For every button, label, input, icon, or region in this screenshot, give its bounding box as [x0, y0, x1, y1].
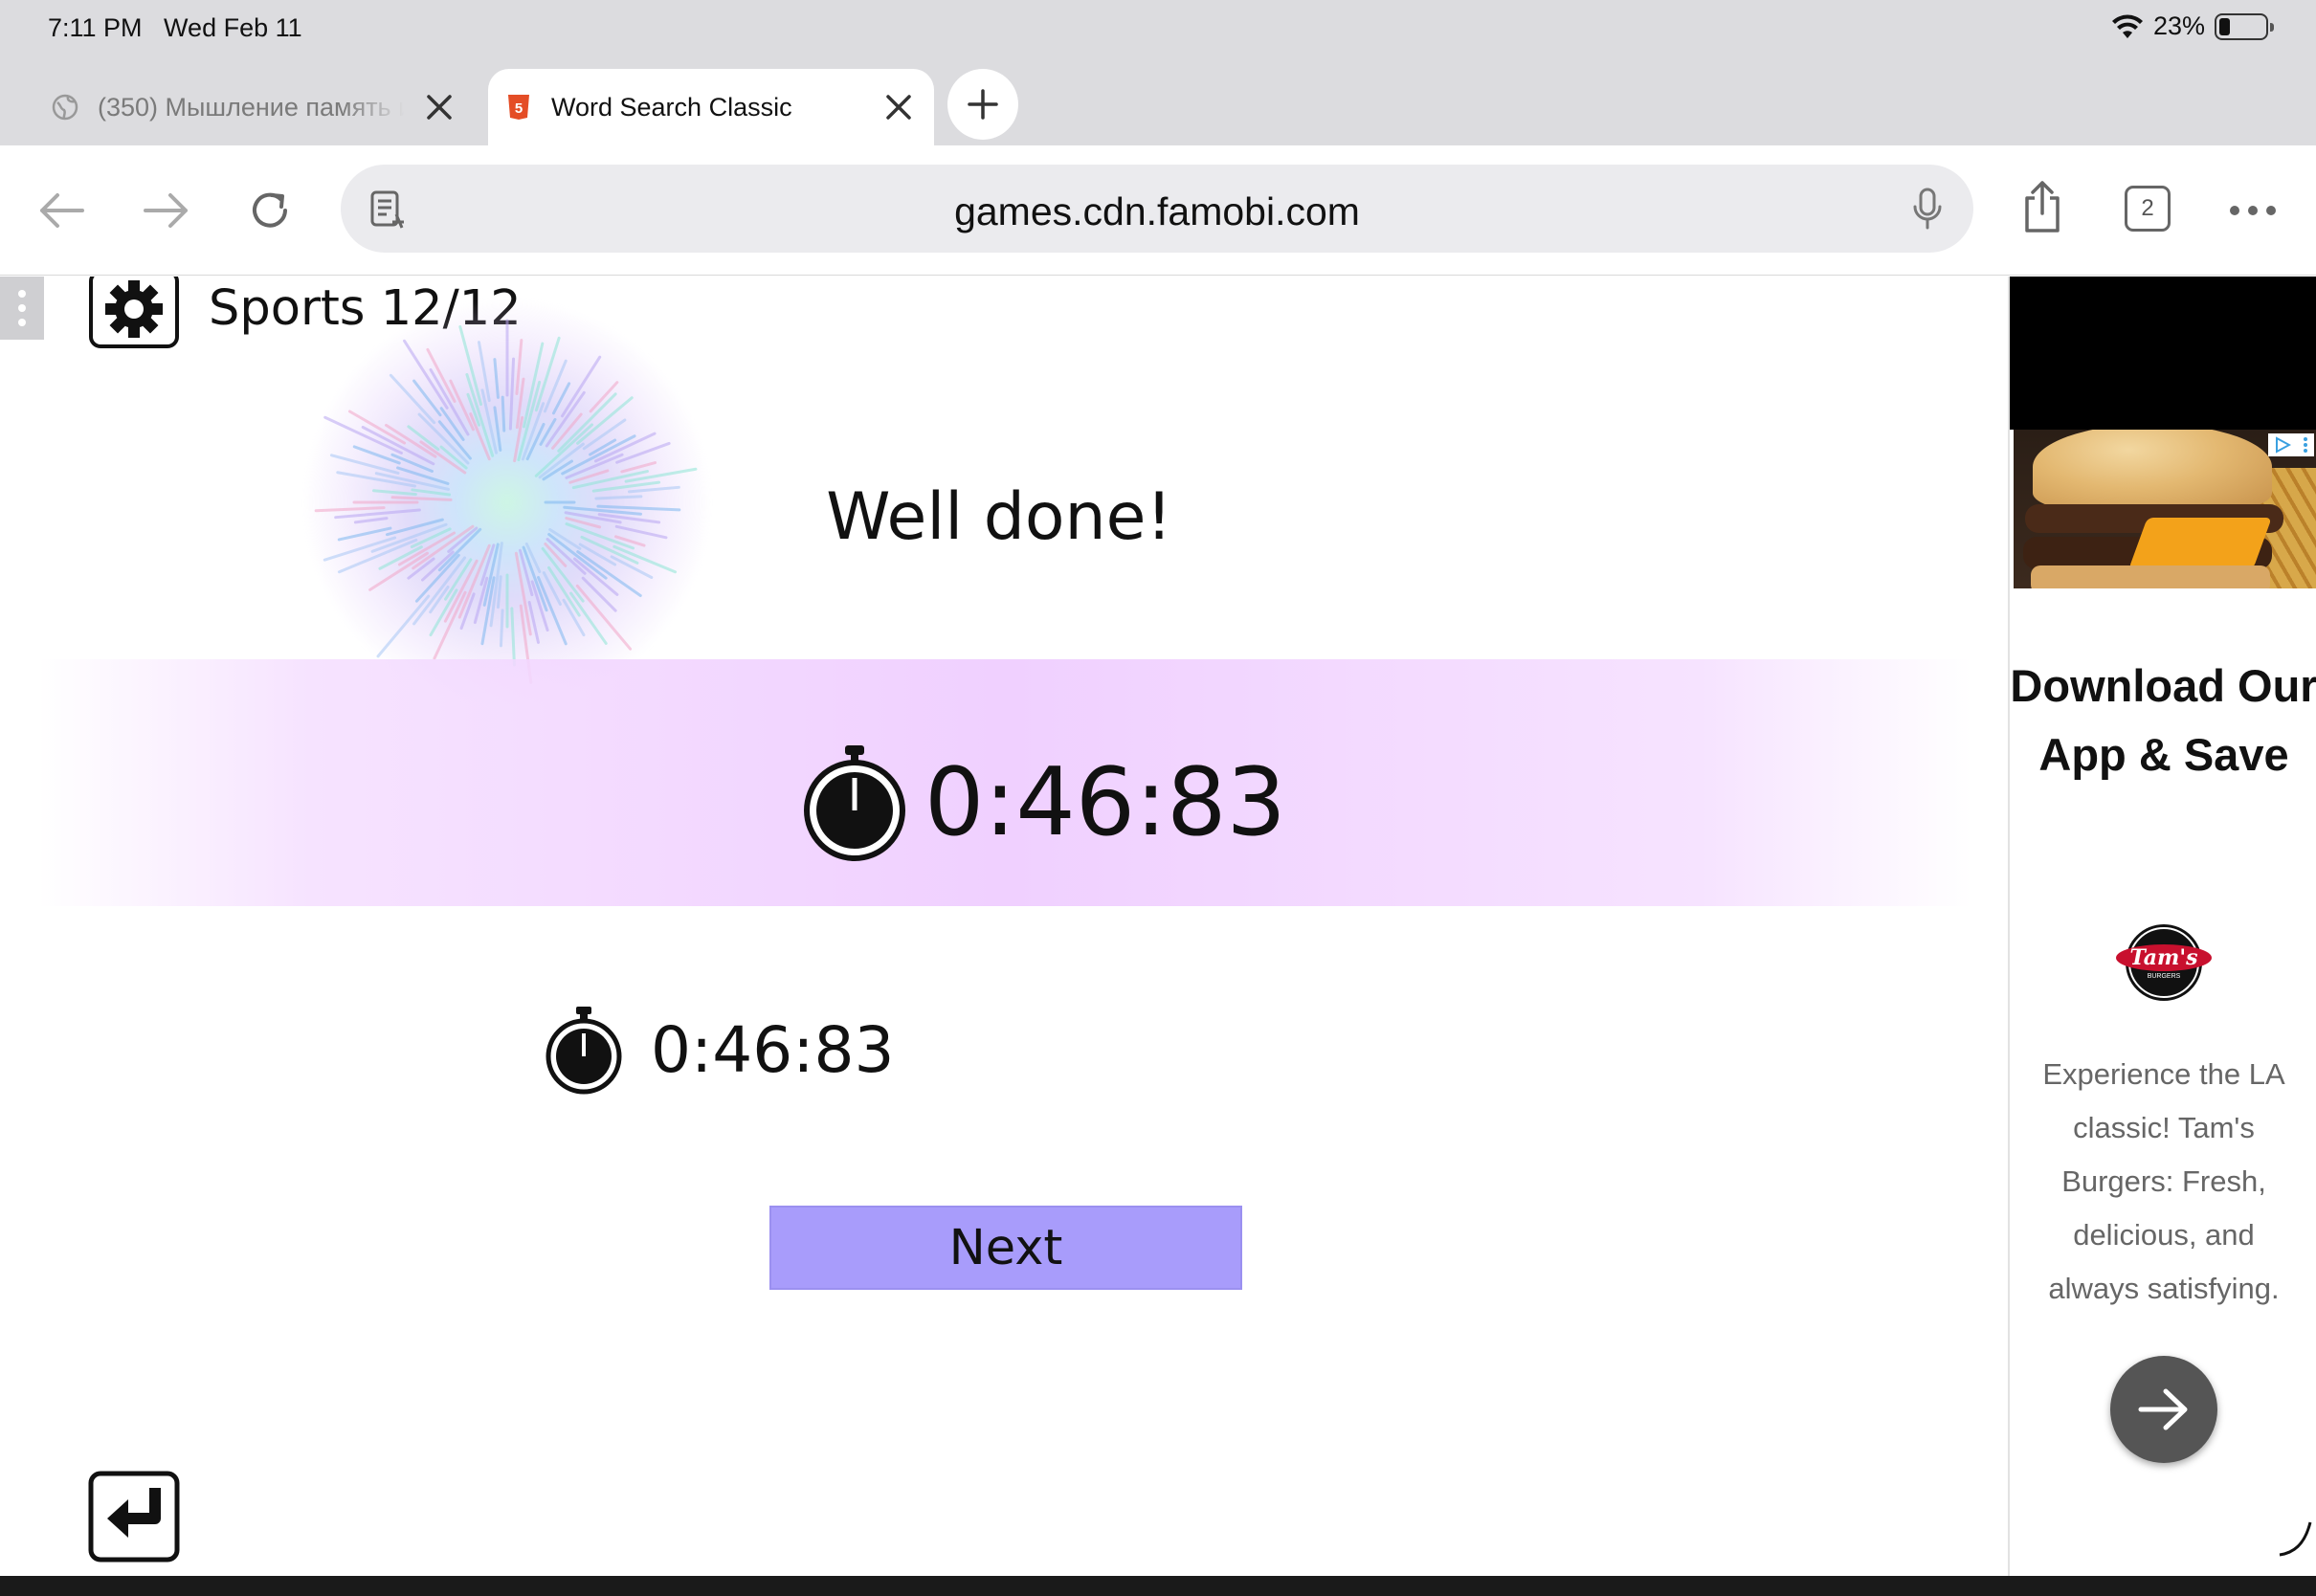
ad-headline[interactable]: Download Our App & Save	[2010, 652, 2316, 789]
share-button[interactable]	[2015, 180, 2069, 233]
close-icon[interactable]	[884, 93, 913, 122]
firework-ray	[620, 461, 657, 474]
tab-title: Word Search Classic	[551, 92, 792, 122]
result-time: 0:46:83	[924, 748, 1286, 857]
firework-ray	[508, 357, 516, 431]
firework-ray	[493, 358, 500, 399]
ad-video-area	[2010, 277, 2316, 430]
arrow-right-icon	[144, 193, 188, 228]
home-indicator-bar	[0, 1576, 2316, 1596]
microphone-icon[interactable]	[1906, 186, 1949, 232]
resize-corner-icon	[2279, 1521, 2312, 1557]
firework-ray	[347, 410, 407, 445]
best-time-row: 0:46:83	[544, 1002, 894, 1097]
firework-ray	[496, 575, 502, 610]
best-time: 0:46:83	[651, 1012, 895, 1087]
side-menu-handle[interactable]	[0, 277, 44, 340]
stopwatch-icon	[546, 1007, 622, 1095]
game-canvas: Sports 12/12 Well done! 0:46:83 0:46:83 …	[0, 277, 2008, 1576]
more-dots-icon	[2230, 206, 2276, 215]
adchoices-icon[interactable]	[2268, 433, 2314, 456]
plus-icon	[968, 89, 998, 120]
ad-body-text[interactable]: Experience the LA classic! Tam's Burgers…	[2029, 1048, 2299, 1316]
firework-ray	[458, 324, 483, 407]
globe-icon	[52, 94, 78, 121]
reload-icon	[253, 192, 287, 228]
html5-icon: 5	[508, 95, 529, 120]
result-time-row: 0:46:83	[802, 736, 1286, 870]
firework-ray	[510, 607, 516, 667]
new-tab-button[interactable]	[947, 69, 1018, 140]
back-button[interactable]	[34, 184, 88, 237]
firework-ray	[581, 576, 617, 612]
ad-cta-button[interactable]	[2110, 1356, 2217, 1463]
next-button[interactable]: Next	[769, 1206, 1242, 1290]
svg-text:Tam's: Tam's	[2130, 945, 2198, 970]
firework-ray	[499, 609, 504, 648]
battery-percent: 23%	[2152, 11, 2205, 40]
stopwatch-icon	[804, 745, 905, 861]
firework-ray	[534, 336, 561, 412]
share-icon	[2025, 181, 2060, 233]
firework-ray	[527, 600, 540, 644]
battery-level	[2219, 17, 2230, 35]
browser-toolbar: games.cdn.famobi.com 2	[0, 145, 2316, 276]
firework-ray	[429, 367, 470, 436]
tab-switcher-button[interactable]: 2	[2125, 186, 2171, 232]
arrow-right-icon	[2138, 1388, 2188, 1430]
tab-active[interactable]: 5 Word Search Classic	[488, 69, 934, 145]
firework-ray	[376, 594, 431, 658]
forward-button[interactable]	[140, 184, 193, 237]
tab-inactive[interactable]: (350) Мышление память и	[34, 69, 475, 145]
status-bar: 7:11 PM Wed Feb 11 23%	[0, 0, 2316, 61]
wifi-icon	[2111, 14, 2143, 38]
tab-strip: (350) Мышление память и 5 Word Search Cl…	[0, 61, 2316, 145]
status-indicators: 23%	[2111, 11, 2274, 41]
firework-ray	[426, 347, 457, 403]
firework-ray	[515, 339, 523, 395]
status-time: 7:11 PM Wed Feb 11	[48, 13, 302, 42]
svg-text:BURGERS: BURGERS	[2148, 973, 2181, 980]
settings-gear-icon[interactable]	[88, 277, 180, 349]
tab-title: (350) Мышление память и	[98, 92, 404, 122]
completion-message-text: Well done!	[826, 479, 1172, 555]
more-button[interactable]	[2226, 184, 2280, 237]
ad-panel[interactable]: Download Our App & Save Tam's BURGERS Ex…	[2008, 277, 2316, 1576]
battery-icon	[2215, 12, 2274, 40]
tams-burgers-logo[interactable]: Tam's BURGERS	[2115, 923, 2213, 1002]
firework-ray	[501, 395, 506, 432]
firework-ray	[557, 392, 617, 453]
arrow-left-icon	[40, 193, 84, 228]
close-icon[interactable]	[425, 93, 454, 122]
url-text: games.cdn.famobi.com	[954, 189, 1360, 233]
firework-ray	[412, 379, 442, 417]
svg-text:5: 5	[515, 100, 523, 117]
completion-message: Well done!	[0, 479, 2008, 555]
burger-photo[interactable]	[2014, 430, 2316, 588]
address-bar[interactable]: games.cdn.famobi.com	[341, 165, 1973, 253]
return-icon[interactable]	[88, 1471, 180, 1563]
reload-button[interactable]	[243, 184, 297, 237]
